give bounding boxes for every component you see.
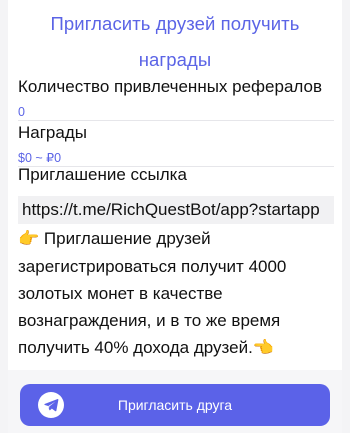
referrals-count-label: Количество привлеченных рефералов <box>18 77 323 96</box>
left-gutter <box>0 0 8 433</box>
referrals-count-value: 0 <box>18 105 25 119</box>
rewards-label: Награды <box>18 123 87 142</box>
invite-link-field[interactable]: https://t.me/RichQuestBot/app?startapp <box>18 196 334 224</box>
telegram-plane-icon <box>38 392 64 418</box>
page-title-line-2: награды <box>138 49 212 70</box>
invite-friend-button-label: Пригласить друга <box>117 397 233 413</box>
pointing-left-icon: 👈 <box>252 338 274 358</box>
referral-page: Пригласить друзей получить награды Колич… <box>0 0 350 433</box>
invite-description-text: Приглашение друзей зарегистрироваться по… <box>18 229 287 357</box>
invite-link-label: Приглашение ссылка <box>18 165 187 184</box>
pointing-right-icon: 👉 <box>18 229 40 249</box>
page-title: Пригласить друзей получить награды <box>8 6 342 78</box>
invite-description: 👉 Приглашение друзей зарегистрироваться … <box>18 225 336 362</box>
invite-link-url[interactable]: https://t.me/RichQuestBot/app?startapp <box>22 200 320 219</box>
invite-friend-button[interactable]: Пригласить друга <box>20 384 330 426</box>
divider <box>18 120 334 121</box>
page-title-line-1: Пригласить друзей получить <box>50 13 300 34</box>
right-gutter <box>342 0 350 433</box>
